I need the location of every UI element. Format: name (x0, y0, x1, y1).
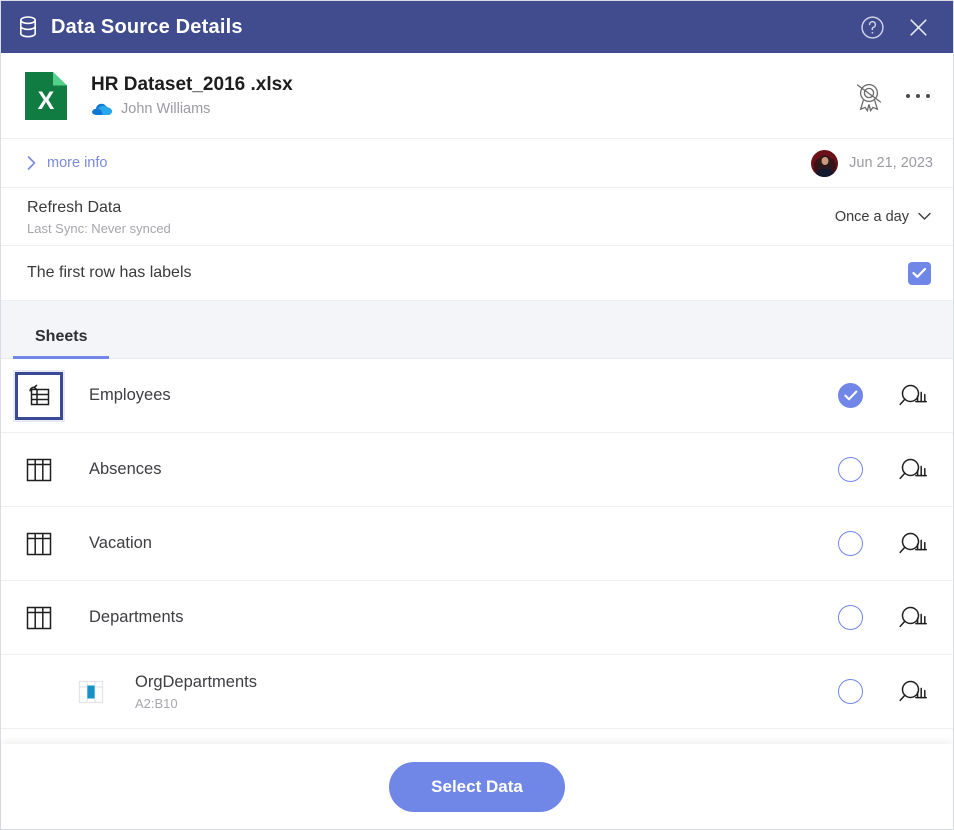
sheet-row[interactable]: Vacation (1, 507, 953, 581)
preview-data-icon[interactable] (893, 601, 933, 635)
sheet-list[interactable]: Employees Absences Vacation Departments OrgD… (1, 359, 953, 744)
preview-data-icon[interactable] (893, 379, 933, 413)
sheet-name: Employees (89, 386, 171, 405)
kebab-dot (926, 93, 930, 98)
sheet-label-wrap: OrgDepartments A2:B10 (135, 672, 257, 711)
first-row-labels-text: The first row has labels (27, 264, 192, 281)
first-row-labels-row: The first row has labels (1, 246, 953, 301)
avatar-shirt (815, 168, 834, 177)
table-icon (15, 594, 63, 642)
dialog-footer: Select Data (1, 744, 953, 829)
excel-file-icon: X (23, 70, 69, 122)
file-meta: HR Dataset_2016 .xlsx John Williams (91, 74, 293, 118)
refresh-frequency-dropdown[interactable]: Once a day (835, 209, 931, 225)
sheet-radio[interactable] (838, 531, 863, 556)
table-icon (15, 520, 63, 568)
sheet-radio[interactable] (838, 457, 863, 482)
more-info-link[interactable]: more info (27, 155, 107, 171)
last-sync-status: Last Sync: Never synced (27, 220, 171, 236)
file-owner: John Williams (121, 101, 211, 118)
sheet-name: Vacation (89, 534, 152, 553)
avatar-face (821, 156, 829, 165)
sheet-radio[interactable] (838, 679, 863, 704)
refresh-frequency-value: Once a day (834, 208, 909, 225)
kebab-menu-icon[interactable] (903, 76, 933, 116)
preview-data-icon[interactable] (893, 453, 933, 487)
tab-strip: Sheets (1, 301, 953, 359)
file-name: HR Dataset_2016 .xlsx (91, 73, 293, 95)
sheet-label-wrap: Absences (89, 459, 161, 480)
refresh-data-row: Refresh Data Last Sync: Never synced Onc… (1, 188, 953, 246)
database-icon (17, 15, 39, 39)
dialog-title: Data Source Details (51, 15, 243, 38)
refresh-texts: Refresh Data Last Sync: Never synced (27, 198, 171, 236)
sheet-label-wrap: Vacation (89, 533, 152, 554)
table-refresh-icon (15, 371, 63, 420)
table-icon (15, 446, 63, 494)
select-data-button[interactable]: Select Data (389, 761, 565, 812)
onedrive-cloud-icon (91, 102, 112, 116)
svg-text:X: X (38, 87, 55, 115)
sheet-selected-radio[interactable] (838, 383, 863, 408)
tab-sheets[interactable]: Sheets (13, 328, 110, 359)
more-info-label: more info (47, 155, 108, 171)
sheet-name: Absences (89, 460, 162, 479)
close-icon[interactable] (901, 10, 935, 44)
kebab-dot (916, 93, 920, 98)
sheet-name: OrgDepartments (135, 673, 257, 692)
file-owner-line: John Williams (91, 101, 293, 117)
sheet-label-wrap: Departments (89, 607, 183, 628)
named-range-icon (67, 668, 115, 716)
chevron-down-icon (918, 212, 931, 221)
kebab-dot (906, 93, 910, 98)
sheet-row[interactable]: Employees (1, 359, 953, 433)
refresh-data-title: Refresh Data (27, 198, 122, 216)
sheet-row[interactable]: Absences (1, 433, 953, 507)
avatar[interactable] (811, 149, 839, 177)
chevron-right-icon (27, 156, 36, 170)
sheet-range: A2:B10 (135, 695, 178, 711)
file-summary-row: X HR Dataset_2016 .xlsx John Williams (1, 53, 953, 139)
dialog-titlebar: Data Source Details (1, 1, 953, 53)
not-certified-badge-icon[interactable] (849, 76, 889, 116)
sheet-name: Departments (89, 608, 184, 627)
preview-data-icon[interactable] (893, 527, 933, 561)
more-info-row: more info Jun 21, 2023 (1, 139, 953, 188)
preview-data-icon[interactable] (893, 675, 933, 709)
sheet-row[interactable]: OrgDepartments A2:B10 (1, 655, 953, 729)
sheet-label-wrap: Employees (89, 385, 171, 406)
data-source-details-dialog: Data Source Details X HR Dataset_2016 .x (0, 0, 954, 830)
first-row-labels-checkbox[interactable] (908, 261, 931, 285)
tab-sheets-label: Sheets (35, 328, 88, 345)
help-circle-icon[interactable] (855, 10, 889, 44)
last-modified-date: Jun 21, 2023 (849, 155, 933, 171)
sheet-radio[interactable] (838, 605, 863, 630)
sheet-row[interactable]: Departments (1, 581, 953, 655)
